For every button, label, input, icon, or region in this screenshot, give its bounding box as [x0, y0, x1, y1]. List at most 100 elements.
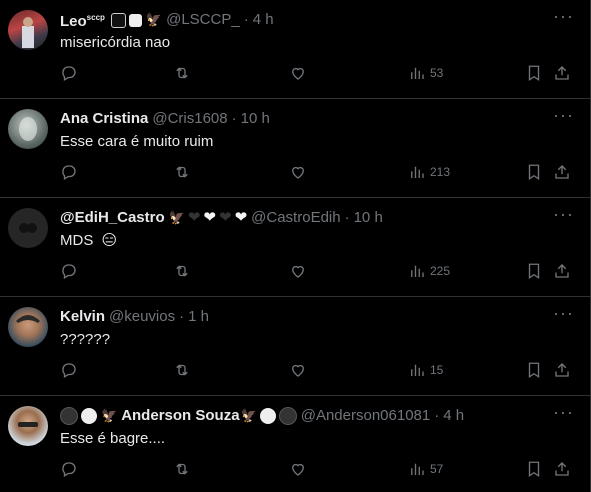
- action-bar: 213: [60, 163, 574, 185]
- heart-icon: [292, 463, 304, 476]
- views-button[interactable]: 225: [408, 262, 450, 280]
- bookmark-icon: [528, 263, 540, 280]
- views-count: 53: [430, 66, 444, 80]
- share-button[interactable]: [553, 361, 571, 379]
- white-flag-icon: [128, 13, 142, 27]
- repost-button[interactable]: [173, 361, 191, 379]
- bookmark-icon: [528, 362, 540, 379]
- bookmark-icon: [528, 461, 540, 478]
- like-button[interactable]: [289, 163, 307, 181]
- expressionless-face-emoji-icon: 😑: [101, 232, 118, 250]
- user-handle[interactable]: @CastroEdih: [251, 208, 340, 228]
- like-button[interactable]: [289, 361, 307, 379]
- share-button[interactable]: [553, 64, 571, 82]
- name-superscript: sccp: [86, 13, 105, 22]
- reply-item[interactable]: Kelvin @keuvios · 1 h ··· ?????? 15: [0, 297, 590, 396]
- reply-header: 🦅 Anderson Souza 🦅 @Anderson061081 · 4 h: [60, 406, 574, 426]
- display-name[interactable]: @EdiH_Castro: [60, 208, 165, 228]
- share-icon: [555, 165, 569, 179]
- timestamp[interactable]: 4 h: [443, 406, 464, 426]
- reply-item[interactable]: 🦅 Anderson Souza 🦅 @Anderson061081 · 4 h…: [0, 396, 590, 492]
- views-count: 213: [430, 165, 451, 179]
- timestamp[interactable]: 10 h: [354, 208, 383, 228]
- reply-icon: [62, 462, 76, 477]
- user-handle[interactable]: @LSCCP_: [166, 10, 240, 30]
- avatar-image: [19, 117, 37, 141]
- avatar[interactable]: [8, 208, 48, 248]
- reply-text: Esse é bagre....: [60, 430, 166, 447]
- display-name[interactable]: Ana Cristina: [60, 109, 148, 129]
- avatar-image: [22, 17, 34, 48]
- separator-dot: ·: [434, 407, 440, 424]
- repost-button[interactable]: [173, 460, 191, 478]
- avatar[interactable]: [8, 406, 48, 446]
- avatar[interactable]: [8, 10, 48, 50]
- bookmark-button[interactable]: [525, 64, 543, 82]
- views-button[interactable]: 213: [408, 163, 450, 181]
- more-options-icon[interactable]: ···: [553, 7, 574, 25]
- like-button[interactable]: [289, 262, 307, 280]
- more-options-icon[interactable]: ···: [553, 403, 574, 421]
- timestamp[interactable]: 1 h: [188, 307, 209, 327]
- action-bar: 225: [60, 262, 574, 284]
- display-name[interactable]: Kelvin: [60, 307, 105, 327]
- reply-button[interactable]: [60, 64, 78, 82]
- avatar[interactable]: [8, 307, 48, 347]
- white-heart-icon: ❤: [203, 209, 216, 226]
- views-button[interactable]: 53: [408, 64, 443, 82]
- reply-icon: [62, 264, 76, 279]
- repost-icon: [176, 265, 188, 277]
- views-chart-icon: [411, 463, 424, 475]
- timestamp[interactable]: 4 h: [253, 10, 274, 30]
- share-button[interactable]: [553, 460, 571, 478]
- white-circle-icon: [81, 408, 97, 424]
- eagle-emoji-icon: 🦅: [101, 408, 118, 423]
- views-button[interactable]: 57: [408, 460, 443, 478]
- reply-text-content: MDS: [60, 232, 94, 249]
- repost-button[interactable]: [173, 262, 191, 280]
- reply-item[interactable]: Leosccp 🦅 @LSCCP_ · 4 h ··· misericórdia…: [0, 0, 590, 99]
- user-handle[interactable]: @keuvios: [109, 307, 175, 327]
- bookmark-icon: [528, 164, 540, 181]
- bookmark-button[interactable]: [525, 460, 543, 478]
- action-bar: 53: [60, 64, 574, 86]
- eagle-emoji-icon: 🦅: [168, 210, 185, 225]
- reply-item[interactable]: Ana Cristina @Cris1608 · 10 h ··· Esse c…: [0, 99, 590, 198]
- like-button[interactable]: [289, 460, 307, 478]
- reply-button[interactable]: [60, 460, 78, 478]
- white-circle-icon: [259, 408, 276, 424]
- reply-icon: [62, 66, 76, 81]
- bookmark-button[interactable]: [525, 361, 543, 379]
- more-options-icon[interactable]: ···: [553, 106, 574, 124]
- repost-button[interactable]: [173, 163, 191, 181]
- repost-button[interactable]: [173, 64, 191, 82]
- share-button[interactable]: [553, 163, 571, 181]
- heart-icon: [292, 166, 304, 179]
- like-button[interactable]: [289, 64, 307, 82]
- display-name[interactable]: Leosccp: [60, 8, 105, 32]
- reply-header: Kelvin @keuvios · 1 h: [60, 307, 574, 327]
- more-options-icon[interactable]: ···: [553, 304, 574, 322]
- avatar-image: [16, 315, 40, 323]
- bookmark-button[interactable]: [525, 163, 543, 181]
- share-icon: [555, 462, 569, 476]
- reply-item[interactable]: @EdiH_Castro 🦅 ❤ ❤ ❤ ❤ @CastroEdih · 10 …: [0, 198, 590, 297]
- user-handle[interactable]: @Anderson061081: [301, 406, 431, 426]
- reply-button[interactable]: [60, 163, 78, 181]
- bookmark-button[interactable]: [525, 262, 543, 280]
- share-button[interactable]: [553, 262, 571, 280]
- replies-feed: Leosccp 🦅 @LSCCP_ · 4 h ··· misericórdia…: [0, 0, 591, 492]
- user-handle[interactable]: @Cris1608: [152, 109, 227, 129]
- reply-text: misericórdia nao: [60, 34, 171, 51]
- bookmark-icon: [528, 65, 540, 82]
- reply-button[interactable]: [60, 262, 78, 280]
- views-chart-icon: [411, 166, 424, 178]
- more-options-icon[interactable]: ···: [553, 205, 574, 223]
- reply-text: Esse cara é muito ruim: [60, 133, 214, 150]
- display-name[interactable]: Anderson Souza: [121, 406, 239, 426]
- views-button[interactable]: 15: [408, 361, 443, 379]
- reply-button[interactable]: [60, 361, 78, 379]
- share-icon: [555, 264, 569, 278]
- avatar[interactable]: [8, 109, 48, 149]
- timestamp[interactable]: 10 h: [241, 109, 270, 129]
